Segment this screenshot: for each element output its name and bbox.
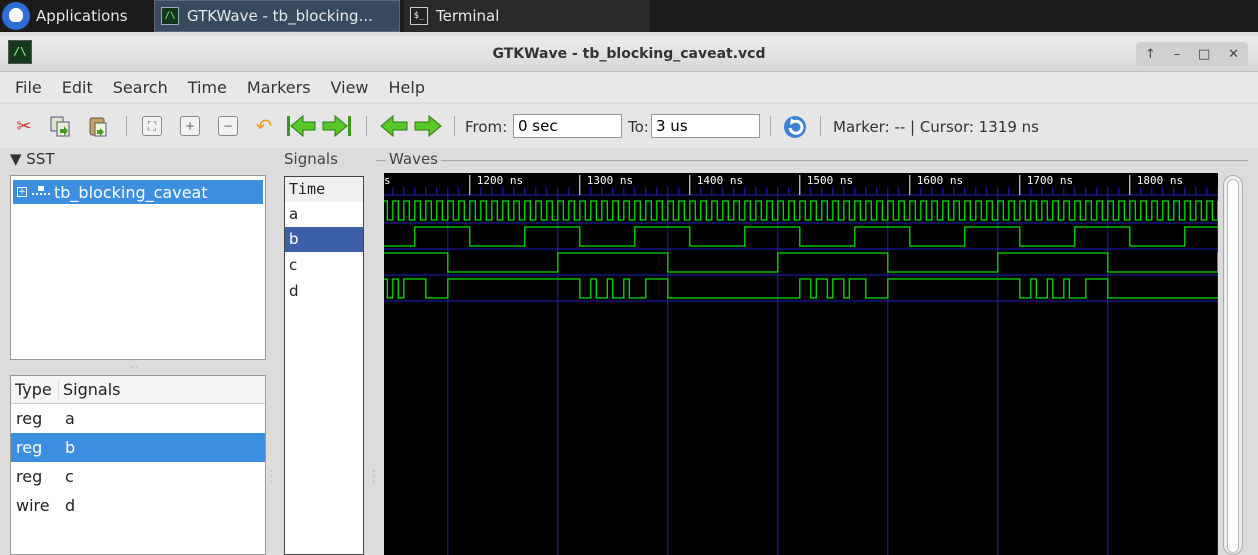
signal-name: d bbox=[65, 496, 76, 515]
from-label: From: bbox=[465, 118, 508, 136]
signal-item-b[interactable]: b bbox=[285, 227, 363, 252]
tree-item-label: tb_blocking_caveat bbox=[54, 182, 208, 202]
table-row[interactable]: reg b bbox=[11, 433, 265, 462]
desktop-taskbar: Applications /\ GTKWave - tb_blocking...… bbox=[0, 0, 1258, 32]
signals-list: Time a b c d bbox=[284, 176, 364, 555]
signal-type: reg bbox=[16, 467, 43, 486]
taskbar-gtkwave-label: GTKWave - tb_blocking... bbox=[187, 7, 373, 25]
find-prev-edge-icon[interactable] bbox=[380, 114, 408, 138]
table-row[interactable]: reg c bbox=[11, 462, 265, 491]
table-row[interactable]: wire d bbox=[11, 491, 265, 520]
find-next-edge-icon[interactable] bbox=[414, 114, 442, 138]
signal-item-a[interactable]: a bbox=[285, 202, 363, 227]
ruler-tick-label: 1300 ns bbox=[587, 174, 633, 187]
sst-header[interactable]: ▼ SST bbox=[10, 150, 55, 168]
expand-icon[interactable]: + bbox=[17, 187, 27, 197]
maximize-up-icon[interactable]: ↑ bbox=[1145, 47, 1156, 62]
signal-name: c bbox=[65, 467, 74, 486]
signal-name: a bbox=[65, 409, 75, 428]
ruler-tick-label: 1600 ns bbox=[917, 174, 963, 187]
scrollbar-thumb[interactable] bbox=[1227, 179, 1239, 553]
waves-vertical-scrollbar[interactable] bbox=[1223, 175, 1243, 555]
paste-icon[interactable] bbox=[86, 114, 110, 138]
signal-d-wave bbox=[384, 278, 1218, 299]
window-titlebar[interactable]: /\ GTKWave - tb_blocking_caveat.vcd ↑ – … bbox=[0, 36, 1258, 72]
taskbar-terminal-button[interactable]: $_ Terminal bbox=[404, 0, 650, 32]
time-signal[interactable]: Time bbox=[285, 177, 363, 202]
taskbar-terminal-label: Terminal bbox=[436, 7, 500, 25]
waveform-viewer[interactable]: s 1200 ns 1300 ns 1400 ns 1500 ns 1600 ns 1700… bbox=[384, 173, 1218, 555]
marker-cursor-readout: Marker: -- | Cursor: 1319 ns bbox=[833, 118, 1039, 136]
applications-label: Applications bbox=[36, 7, 128, 25]
zoom-to-start-icon[interactable] bbox=[286, 114, 316, 138]
table-row[interactable]: reg a bbox=[11, 404, 265, 433]
signals-column-header[interactable]: Signals bbox=[59, 380, 120, 399]
waves-frame bbox=[376, 160, 1248, 161]
menu-time[interactable]: Time bbox=[188, 78, 227, 97]
pane-splitter-grip[interactable]: ··· bbox=[270, 468, 276, 488]
signal-item-c[interactable]: c bbox=[285, 253, 363, 278]
menu-edit[interactable]: Edit bbox=[62, 78, 93, 97]
toolbar-separator bbox=[770, 116, 771, 136]
from-time-input[interactable] bbox=[513, 114, 622, 138]
reload-icon[interactable] bbox=[782, 114, 808, 140]
menu-help[interactable]: Help bbox=[389, 78, 425, 97]
pane-splitter-grip[interactable]: ··· bbox=[372, 468, 378, 488]
close-icon[interactable]: ✕ bbox=[1228, 47, 1239, 62]
menu-markers[interactable]: Markers bbox=[247, 78, 311, 97]
type-column-header[interactable]: Type bbox=[11, 380, 59, 399]
zoom-out-icon[interactable]: − bbox=[218, 116, 238, 136]
applications-menu[interactable]: Applications bbox=[2, 0, 152, 32]
taskbar-gtkwave-button[interactable]: /\ GTKWave - tb_blocking... bbox=[154, 0, 400, 32]
window-title: GTKWave - tb_blocking_caveat.vcd bbox=[492, 46, 766, 62]
signal-type: reg bbox=[16, 409, 43, 428]
tree-item-tb-blocking-caveat[interactable]: + tb_blocking_caveat bbox=[13, 180, 263, 204]
menu-search[interactable]: Search bbox=[113, 78, 168, 97]
waves-pane-title: Waves bbox=[386, 150, 441, 168]
terminal-icon: $_ bbox=[410, 7, 428, 25]
undo-zoom-icon[interactable]: ↶ bbox=[252, 114, 276, 138]
gtkwave-icon: /\ bbox=[161, 7, 179, 25]
menu-bar: File Edit Search Time Markers View Help bbox=[0, 72, 1258, 102]
hierarchy-icon bbox=[32, 186, 50, 198]
zoom-fit-icon[interactable]: ⛶ bbox=[142, 116, 162, 136]
ruler-tick-label: 1700 ns bbox=[1027, 174, 1073, 187]
toolbar-separator bbox=[126, 116, 127, 136]
to-time-input[interactable] bbox=[651, 114, 760, 138]
signal-c-wave bbox=[384, 252, 1218, 273]
minimize-icon[interactable]: – bbox=[1174, 47, 1181, 62]
toolbar-separator bbox=[820, 116, 821, 136]
signal-type: reg bbox=[16, 438, 43, 457]
sst-tree: + tb_blocking_caveat bbox=[10, 175, 266, 360]
toolbar: ✂ ⛶ + − ↶ From: To: bbox=[0, 104, 1258, 148]
signals-pane-title: Signals bbox=[284, 150, 341, 168]
zoom-to-end-icon[interactable] bbox=[322, 114, 352, 138]
to-label: To: bbox=[628, 118, 649, 136]
toolbar-separator bbox=[366, 116, 367, 136]
signal-name: b bbox=[65, 438, 76, 457]
ruler-tick-label: 1800 ns bbox=[1137, 174, 1183, 187]
signal-a-wave bbox=[384, 200, 1218, 221]
signal-table-header: Type Signals bbox=[11, 376, 265, 404]
xfce-logo-icon bbox=[2, 2, 30, 30]
menu-file[interactable]: File bbox=[15, 78, 42, 97]
maximize-icon[interactable]: □ bbox=[1198, 47, 1210, 62]
signal-b-wave bbox=[384, 226, 1218, 247]
zoom-in-icon[interactable]: + bbox=[180, 116, 200, 136]
ruler-tick-label: 1200 ns bbox=[477, 174, 523, 187]
ruler-tick-label: s bbox=[384, 174, 391, 187]
window-controls: ↑ – □ ✕ bbox=[1136, 42, 1248, 66]
copy-icon[interactable] bbox=[48, 114, 72, 138]
waveform-canvas[interactable]: s 1200 ns 1300 ns 1400 ns 1500 ns 1600 ns 1700… bbox=[384, 173, 1218, 555]
ruler-tick-label: 1400 ns bbox=[697, 174, 743, 187]
ruler-tick-label: 1500 ns bbox=[807, 174, 853, 187]
sst-signal-table: Type Signals reg a reg b reg c wire d bbox=[10, 375, 266, 555]
screen: Applications /\ GTKWave - tb_blocking...… bbox=[0, 0, 1258, 555]
signal-item-d[interactable]: d bbox=[285, 279, 363, 304]
toolbar-separator bbox=[454, 116, 455, 136]
signal-type: wire bbox=[16, 496, 50, 515]
menu-view[interactable]: View bbox=[331, 78, 369, 97]
pane-splitter-grip[interactable]: ··· bbox=[130, 363, 140, 372]
cut-icon[interactable]: ✂ bbox=[12, 114, 36, 138]
